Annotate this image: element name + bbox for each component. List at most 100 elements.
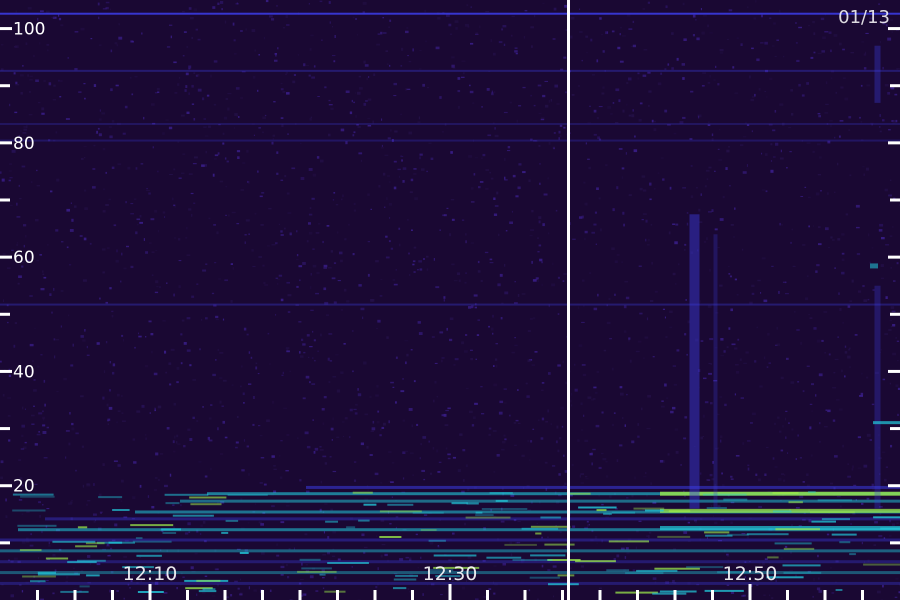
noise-speck (66, 576, 69, 579)
noise-speck (785, 436, 787, 439)
noise-speck (169, 174, 173, 175)
noise-speck (587, 396, 592, 399)
noise-speck (187, 428, 191, 431)
noise-speck (785, 293, 789, 295)
noise-speck (780, 149, 782, 153)
noise-speck (704, 185, 707, 188)
noise-speck (504, 157, 506, 161)
noise-speck (702, 414, 705, 418)
noise-speck (564, 482, 567, 486)
noise-speck (490, 327, 494, 331)
noise-speck (619, 60, 624, 63)
noise-speck (110, 8, 111, 11)
noise-speck (648, 90, 652, 93)
noise-speck (58, 17, 62, 21)
noise-speck (847, 475, 851, 478)
noise-speck (156, 87, 160, 91)
noise-speck (422, 436, 427, 439)
noise-speck (615, 88, 620, 92)
noise-speck (719, 48, 724, 52)
noise-speck (593, 223, 597, 226)
noise-speck (682, 116, 686, 119)
noise-speck (208, 125, 211, 128)
noise-speck (293, 74, 296, 76)
noise-speck (189, 438, 193, 441)
noise-speck (246, 445, 249, 448)
noise-speck (269, 363, 271, 365)
noise-speck (772, 156, 776, 158)
noise-speck (41, 112, 45, 115)
noise-speck (829, 120, 833, 122)
band-fragment (387, 503, 414, 506)
noise-speck (500, 520, 505, 523)
band-fragment (495, 499, 508, 502)
noise-speck (779, 430, 782, 433)
noise-speck (514, 281, 516, 283)
noise-speck (464, 350, 468, 353)
noise-speck (144, 434, 147, 436)
noise-speck (148, 192, 151, 195)
noise-speck (632, 20, 635, 23)
noise-speck (601, 34, 603, 36)
noise-speck (646, 317, 649, 321)
noise-speck (683, 437, 687, 440)
noise-speck (879, 126, 881, 128)
noise-speck (120, 280, 122, 283)
noise-speck (225, 185, 228, 188)
noise-speck (240, 189, 245, 191)
noise-speck (602, 50, 605, 53)
noise-speck (867, 298, 870, 301)
noise-speck (443, 413, 447, 417)
noise-speck (182, 55, 185, 57)
band-fragment (540, 516, 561, 519)
noise-speck (839, 505, 842, 508)
noise-speck (178, 260, 182, 262)
noise-speck (646, 244, 650, 246)
noise-speck (671, 32, 674, 35)
noise-speck (412, 48, 414, 52)
noise-speck (726, 149, 730, 153)
noise-speck (429, 541, 434, 545)
noise-speck (355, 114, 357, 118)
noise-speck (173, 204, 176, 207)
noise-speck (553, 147, 555, 150)
noise-speck (839, 42, 842, 46)
noise-speck (322, 577, 325, 579)
noise-speck (847, 355, 851, 359)
noise-speck (889, 179, 892, 181)
noise-speck (248, 233, 250, 235)
noise-speck (428, 142, 432, 144)
noise-speck (564, 470, 568, 473)
noise-speck (214, 154, 219, 157)
noise-speck (282, 27, 286, 29)
noise-speck (136, 223, 139, 226)
noise-speck (541, 283, 543, 287)
noise-speck (619, 386, 623, 389)
noise-speck (409, 274, 411, 276)
noise-speck (591, 462, 593, 466)
x-tick-label: 12:30 (423, 563, 478, 585)
band-fragment (77, 559, 106, 562)
noise-speck (812, 595, 814, 598)
noise-speck (353, 479, 357, 482)
noise-speck (75, 469, 77, 472)
noise-speck (537, 277, 539, 279)
noise-speck (155, 452, 159, 456)
noise-speck (230, 263, 233, 265)
noise-speck (728, 9, 733, 12)
noise-speck (855, 204, 860, 208)
noise-speck (313, 339, 316, 342)
noise-speck (425, 40, 427, 43)
noise-speck (273, 468, 277, 470)
noise-speck (285, 71, 289, 74)
noise-speck (828, 247, 830, 249)
noise-speck (865, 32, 869, 34)
noise-speck (375, 394, 379, 397)
noise-speck (264, 284, 268, 286)
noise-speck (476, 334, 480, 336)
band-fragment (19, 549, 42, 552)
noise-speck (774, 110, 777, 113)
noise-speck (320, 159, 324, 163)
noise-speck (714, 170, 716, 172)
noise-speck (645, 219, 648, 223)
